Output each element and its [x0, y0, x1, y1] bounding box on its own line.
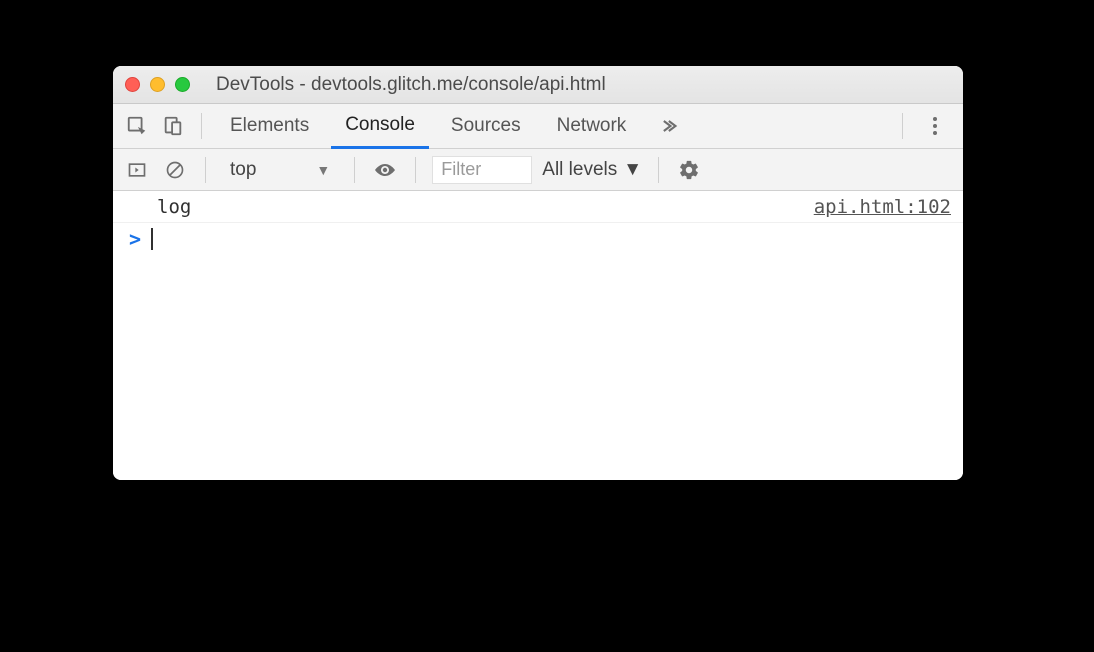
divider — [354, 157, 355, 183]
tab-elements[interactable]: Elements — [216, 104, 323, 148]
main-tabbar: Elements Console Sources Network — [113, 104, 963, 149]
chevron-down-icon: ▼ — [623, 159, 642, 181]
chevron-down-icon: ▼ — [316, 162, 330, 178]
window-title: DevTools - devtools.glitch.me/console/ap… — [210, 74, 951, 96]
console-output: log api.html:102 > — [113, 191, 963, 480]
more-tabs-button[interactable] — [648, 116, 688, 136]
levels-label: All levels — [542, 159, 617, 181]
filter-input[interactable] — [432, 156, 532, 184]
minimize-window-button[interactable] — [150, 77, 165, 92]
toggle-sidebar-icon[interactable] — [123, 156, 151, 184]
divider — [415, 157, 416, 183]
console-toolbar: top ▼ All levels ▼ — [113, 149, 963, 191]
log-entry: log api.html:102 — [113, 191, 963, 223]
devtools-menu-button[interactable] — [917, 115, 953, 137]
divider — [201, 113, 202, 139]
context-selector[interactable]: top ▼ — [222, 157, 338, 183]
log-message: log — [157, 196, 814, 218]
titlebar: DevTools - devtools.glitch.me/console/ap… — [113, 66, 963, 104]
clear-console-icon[interactable] — [161, 156, 189, 184]
live-expression-icon[interactable] — [371, 156, 399, 184]
log-source-link[interactable]: api.html:102 — [814, 196, 951, 218]
divider — [205, 157, 206, 183]
inspect-element-icon[interactable] — [123, 112, 151, 140]
console-settings-icon[interactable] — [675, 156, 703, 184]
log-levels-selector[interactable]: All levels ▼ — [542, 159, 642, 181]
text-cursor — [151, 228, 153, 250]
devtools-window: DevTools - devtools.glitch.me/console/ap… — [113, 66, 963, 480]
maximize-window-button[interactable] — [175, 77, 190, 92]
tab-sources[interactable]: Sources — [437, 104, 535, 148]
tab-network[interactable]: Network — [543, 104, 641, 148]
divider — [902, 113, 903, 139]
tab-console[interactable]: Console — [331, 105, 429, 149]
device-toolbar-icon[interactable] — [159, 112, 187, 140]
context-label: top — [230, 159, 256, 181]
console-prompt[interactable]: > — [113, 223, 963, 255]
close-window-button[interactable] — [125, 77, 140, 92]
prompt-caret-icon: > — [129, 227, 141, 251]
divider — [658, 157, 659, 183]
window-controls — [125, 77, 190, 92]
